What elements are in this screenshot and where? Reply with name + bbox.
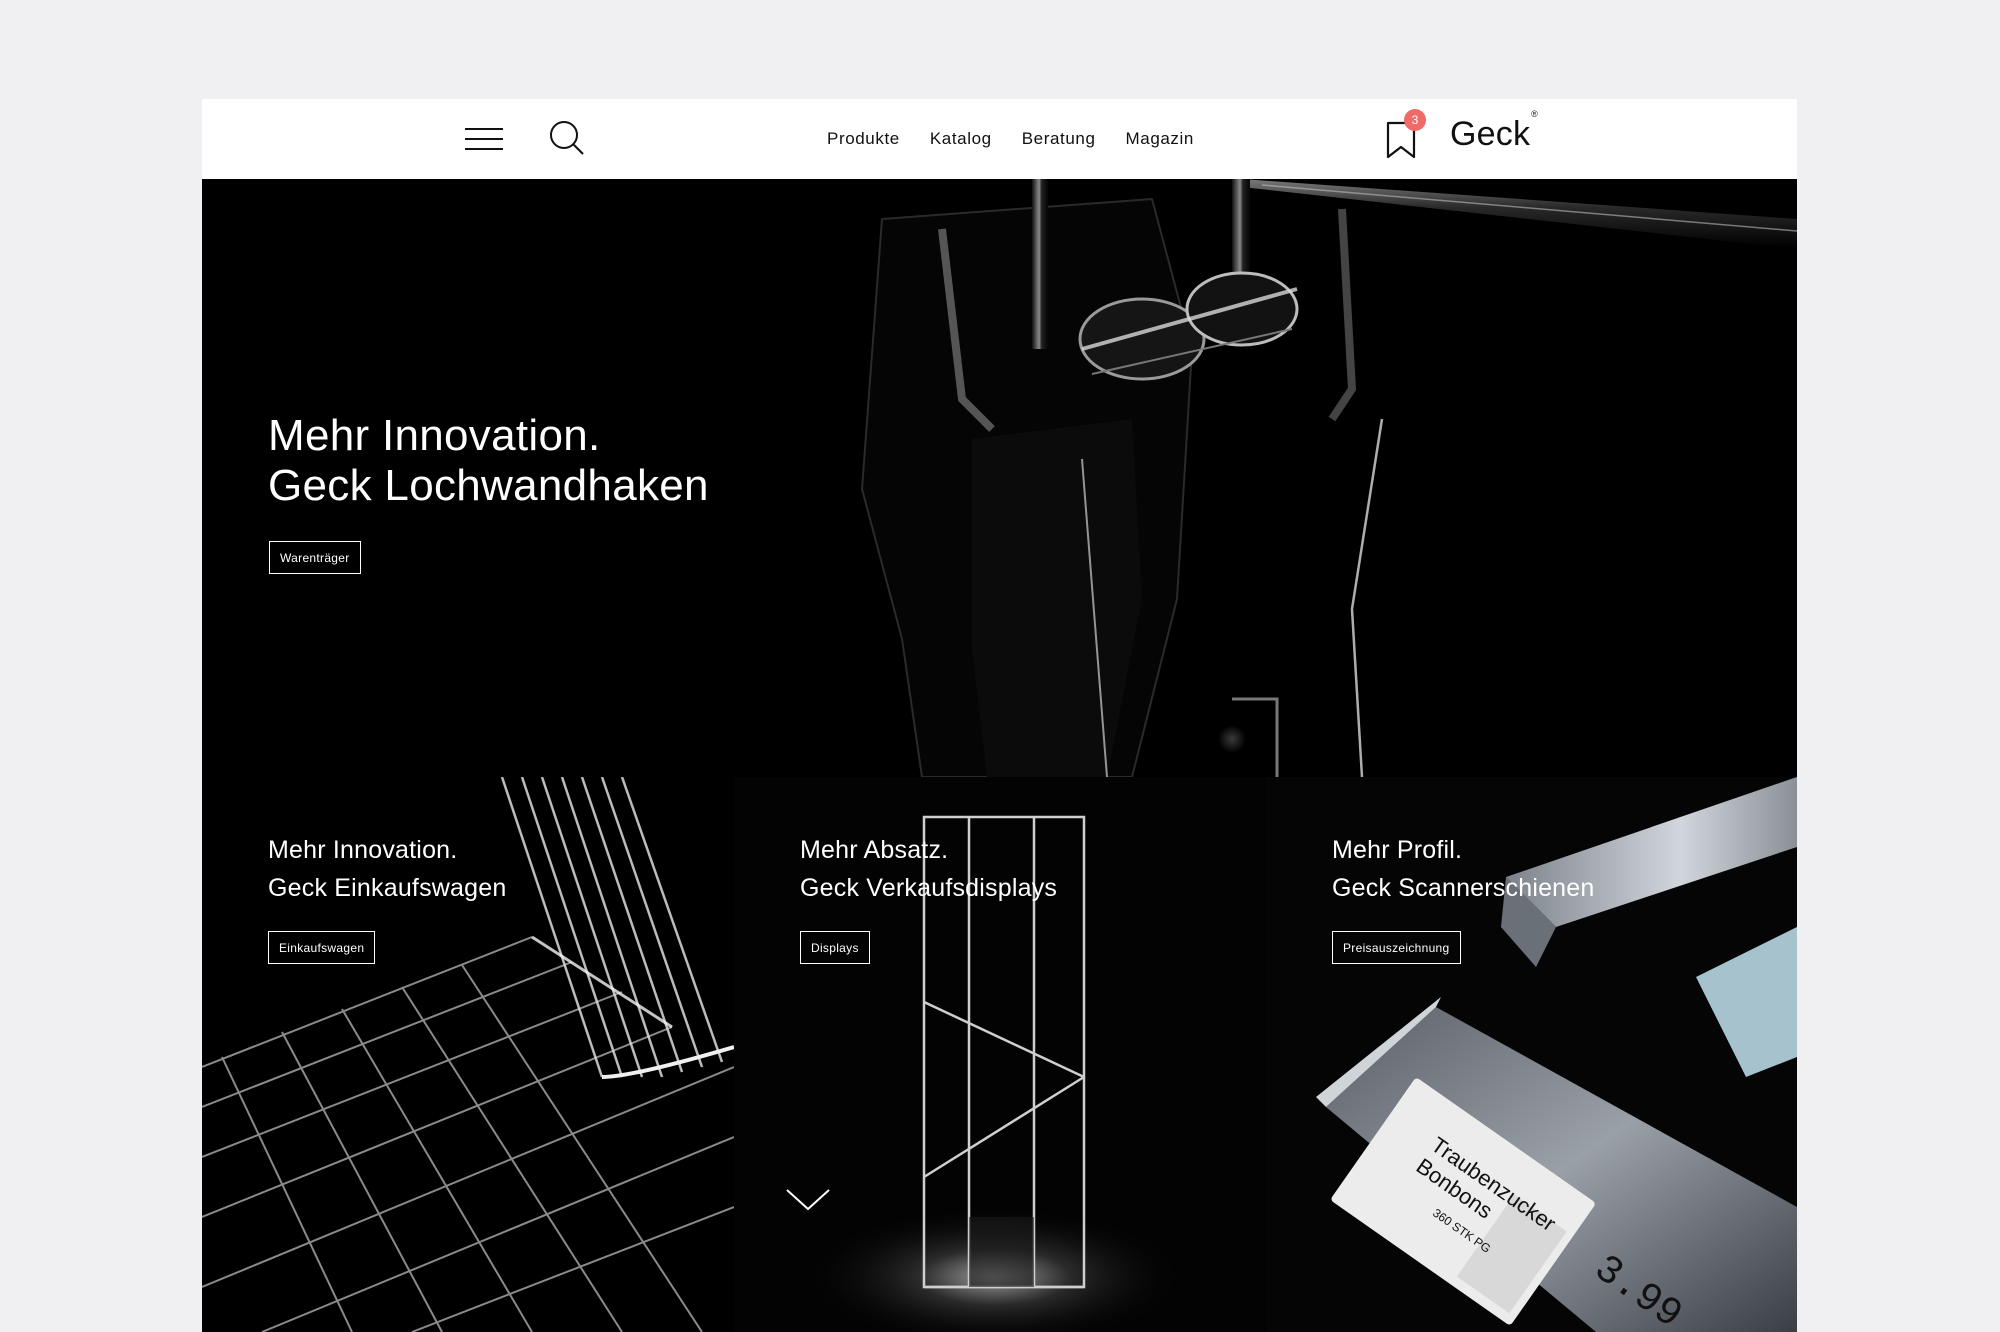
nav-beratung[interactable]: Beratung — [1022, 129, 1096, 149]
displays-button[interactable]: Displays — [800, 931, 870, 964]
chevron-down-icon[interactable] — [785, 1187, 831, 1213]
hero-title: Mehr Innovation. Geck Lochwandhaken — [268, 411, 709, 510]
search-icon[interactable] — [547, 118, 587, 158]
preisauszeichnung-button[interactable]: Preisauszeichnung — [1332, 931, 1461, 964]
waren-traeger-button[interactable]: Warenträger — [269, 541, 361, 574]
panel-einkaufswagen-title: Mehr Innovation. Geck Einkaufswagen — [268, 836, 507, 902]
main-nav: Produkte Katalog Beratung Magazin — [827, 99, 1194, 179]
panel-einkaufswagen: Mehr Innovation. Geck Einkaufswagen Eink… — [202, 777, 734, 1332]
nav-produkte[interactable]: Produkte — [827, 129, 900, 149]
page-frame: Produkte Katalog Beratung Magazin 3 Geck… — [202, 99, 1797, 1332]
bookmark-count-badge: 3 — [1404, 109, 1426, 131]
panel-scannerschienen: Traubenzucker Bonbons 360 STK PG 3.99 Me… — [1266, 777, 1797, 1332]
panel-scannerschienen-title: Mehr Profil. Geck Scannerschienen — [1332, 836, 1595, 902]
nav-katalog[interactable]: Katalog — [930, 129, 992, 149]
registered-mark: ® — [1531, 108, 1538, 119]
site-header: Produkte Katalog Beratung Magazin 3 Geck… — [202, 99, 1797, 179]
hamburger-menu-icon[interactable] — [465, 126, 505, 152]
panel-verkaufsdisplays: Mehr Absatz. Geck Verkaufsdisplays Displ… — [734, 777, 1266, 1332]
panel-verkaufsdisplays-title: Mehr Absatz. Geck Verkaufsdisplays — [800, 836, 1058, 902]
geck-logo[interactable]: Geck® — [1450, 109, 1538, 154]
einkaufswagen-button[interactable]: Einkaufswagen — [268, 931, 376, 964]
hero-panel: Mehr Innovation. Geck Lochwandhaken Ware… — [202, 179, 1797, 777]
nav-magazin[interactable]: Magazin — [1126, 129, 1194, 149]
